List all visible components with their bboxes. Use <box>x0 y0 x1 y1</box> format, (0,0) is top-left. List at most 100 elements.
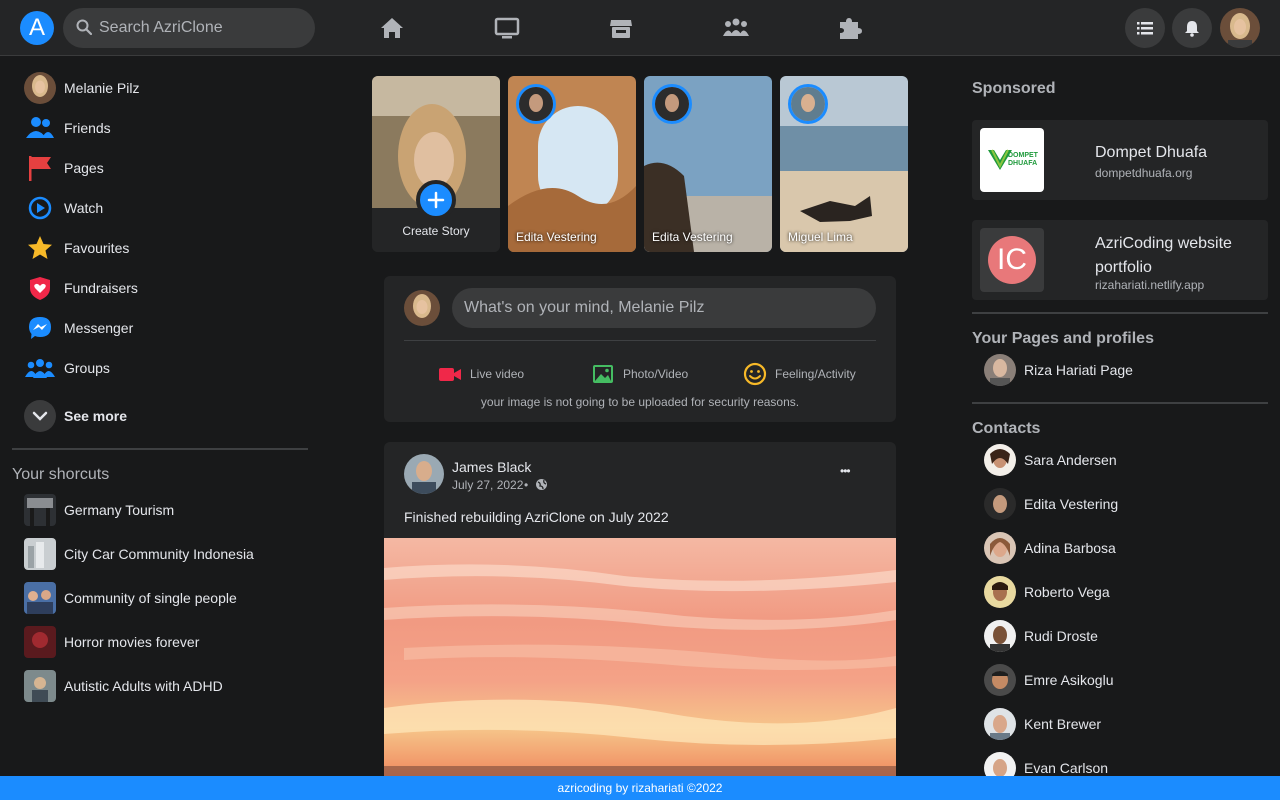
create-story-card[interactable]: Create Story <box>372 76 500 252</box>
post-image[interactable] <box>384 538 896 776</box>
chevron-down-icon <box>24 400 56 432</box>
composer-input[interactable] <box>452 288 876 328</box>
contact-name: Adina Barbosa <box>1024 540 1116 556</box>
more-options-icon[interactable]: ••• <box>840 464 851 478</box>
post-author-avatar[interactable] <box>404 454 444 494</box>
live-video-button[interactable]: Live video <box>438 362 524 386</box>
user-name: Melanie Pilz <box>64 80 140 96</box>
contact-item[interactable]: Rudi Droste <box>984 620 1264 652</box>
search-box[interactable] <box>63 8 315 48</box>
photo-icon <box>593 365 613 383</box>
page-profile-item[interactable]: Riza Hariati Page <box>984 354 1264 386</box>
sidebar-item-label: Groups <box>64 360 110 376</box>
groups-icon[interactable] <box>722 14 750 42</box>
contact-name: Roberto Vega <box>1024 584 1110 600</box>
page-name: Riza Hariati Page <box>1024 362 1133 378</box>
sidebar-profile[interactable]: Melanie Pilz <box>24 72 314 104</box>
contact-item[interactable]: Emre Asikoglu <box>984 664 1264 696</box>
notifications-button[interactable] <box>1172 8 1212 48</box>
shortcut-item[interactable]: Autistic Adults with ADHD <box>24 670 314 702</box>
contact-name: Rudi Droste <box>1024 628 1098 644</box>
contact-avatar <box>984 576 1016 608</box>
shortcut-label: Autistic Adults with ADHD <box>64 678 223 694</box>
shortcut-label: Community of single people <box>64 590 237 606</box>
sidebar-item-messenger[interactable]: Messenger <box>24 312 314 344</box>
friends-icon <box>26 117 54 138</box>
menu-button[interactable] <box>1125 8 1165 48</box>
post-author[interactable]: James Black <box>452 459 531 475</box>
post-dot-separator: • <box>524 478 529 492</box>
ad-logo-text: IC <box>988 236 1036 284</box>
story-name: Miguel Lima <box>788 230 853 244</box>
contact-name: Kent Brewer <box>1024 716 1102 732</box>
photo-video-button[interactable]: Photo/Video <box>591 362 688 386</box>
smiley-icon <box>743 362 767 386</box>
sidebar-item-watch[interactable]: Watch <box>24 192 314 224</box>
story-card[interactable]: Edita Vestering <box>508 76 636 252</box>
contact-item[interactable]: Sara Andersen <box>984 444 1264 476</box>
shortcut-item[interactable]: Germany Tourism <box>24 494 314 526</box>
composer-avatar <box>404 290 440 326</box>
see-more-button[interactable]: See more <box>24 400 314 432</box>
ad-logo-text: DOMPET DHUAFA <box>1008 152 1038 167</box>
story-name: Edita Vestering <box>652 230 733 244</box>
ad-logo: DOMPET DHUAFA <box>980 128 1044 192</box>
story-card[interactable]: Miguel Lima <box>780 76 908 252</box>
shortcut-item[interactable]: City Car Community Indonesia <box>24 538 314 570</box>
composer-note: your image is not going to be uploaded f… <box>480 395 800 409</box>
shortcut-label: City Car Community Indonesia <box>64 546 254 562</box>
shortcut-thumbnail <box>24 538 56 570</box>
shortcuts-title: Your shorcuts <box>12 466 110 483</box>
globe-icon <box>536 479 547 490</box>
sidebar-item-favourites[interactable]: Favourites <box>24 232 314 264</box>
story-avatar <box>652 84 692 124</box>
add-story-icon[interactable] <box>416 180 456 220</box>
messenger-icon <box>29 317 51 339</box>
watch-icon[interactable] <box>493 14 521 42</box>
shortcut-thumbnail <box>24 582 56 614</box>
footer-bar: azricoding by rizahariati ©2022 <box>0 776 1280 800</box>
pages-flag-icon <box>29 156 51 181</box>
ad-url: rizahariati.netlify.app <box>1095 278 1205 292</box>
live-video-icon <box>439 368 461 381</box>
sponsored-ad[interactable]: DOMPET DHUAFA Dompet Dhuafa dompetdhuafa… <box>972 120 1268 200</box>
story-avatar <box>788 84 828 124</box>
post-date[interactable]: July 27, 2022 <box>452 478 523 492</box>
shortcut-thumbnail <box>24 670 56 702</box>
contact-name: Edita Vestering <box>1024 496 1119 512</box>
bell-icon <box>1185 21 1199 37</box>
shortcut-item[interactable]: Community of single people <box>24 582 314 614</box>
sidebar-item-pages[interactable]: Pages <box>24 152 314 184</box>
top-navbar: A <box>0 0 1280 56</box>
shortcut-thumbnail <box>24 494 56 526</box>
contact-item[interactable]: Adina Barbosa <box>984 532 1264 564</box>
fundraiser-heart-icon <box>30 277 50 300</box>
sponsored-ad[interactable]: IC AzriCoding website portfolio rizahari… <box>972 220 1268 300</box>
sidebar-item-label: Favourites <box>64 240 130 256</box>
list-icon <box>1137 22 1153 35</box>
contact-item[interactable]: Edita Vestering <box>984 488 1264 520</box>
feeling-activity-button[interactable]: Feeling/Activity <box>743 362 856 386</box>
search-input[interactable] <box>99 8 309 48</box>
story-card[interactable]: Edita Vestering <box>644 76 772 252</box>
ad-logo: IC <box>980 228 1044 292</box>
contact-item[interactable]: Roberto Vega <box>984 576 1264 608</box>
marketplace-icon[interactable] <box>607 14 635 42</box>
shortcut-item[interactable]: Horror movies forever <box>24 626 314 658</box>
user-avatar <box>24 72 56 104</box>
sidebar-item-friends[interactable]: Friends <box>24 112 314 144</box>
profile-avatar[interactable] <box>1220 8 1260 48</box>
contact-avatar <box>984 532 1016 564</box>
post-text: Finished rebuilding AzriClone on July 20… <box>404 509 669 525</box>
watch-play-icon <box>28 196 52 220</box>
sidebar-item-groups[interactable]: Groups <box>24 352 314 384</box>
action-label: Feeling/Activity <box>775 367 856 381</box>
action-label: Photo/Video <box>623 367 689 381</box>
sidebar-item-fundraisers[interactable]: Fundraisers <box>24 272 314 304</box>
gaming-icon[interactable] <box>836 14 864 42</box>
ad-title: Dompet Dhuafa <box>1095 144 1208 161</box>
sidebar-item-label: Pages <box>64 160 104 176</box>
contact-item[interactable]: Kent Brewer <box>984 708 1264 740</box>
app-logo[interactable]: A <box>20 11 54 45</box>
home-icon[interactable] <box>378 14 406 42</box>
